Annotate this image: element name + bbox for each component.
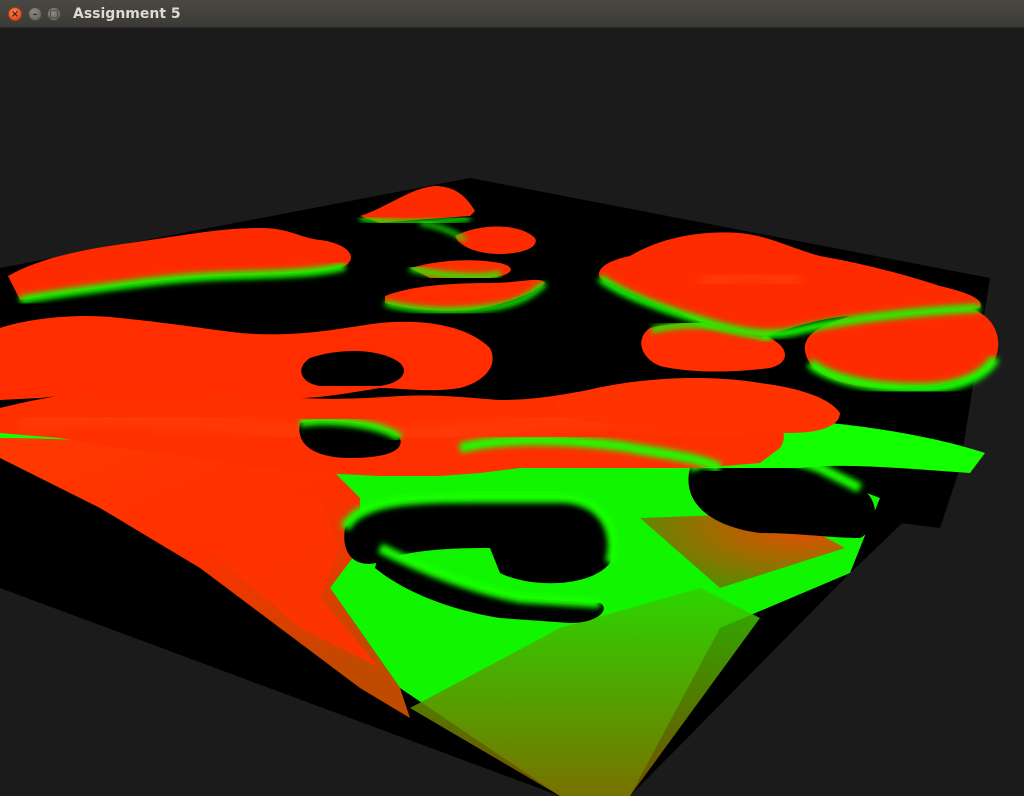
render-viewport[interactable] [0,28,1024,796]
minimize-icon[interactable]: – [28,7,42,21]
application-window: × – □ Assignment 5 [0,0,1024,796]
maximize-icon[interactable]: □ [47,7,61,21]
close-icon[interactable]: × [8,7,22,21]
window-title: Assignment 5 [73,6,181,22]
terrain-render [0,178,1000,796]
title-bar[interactable]: × – □ Assignment 5 [0,0,1024,28]
